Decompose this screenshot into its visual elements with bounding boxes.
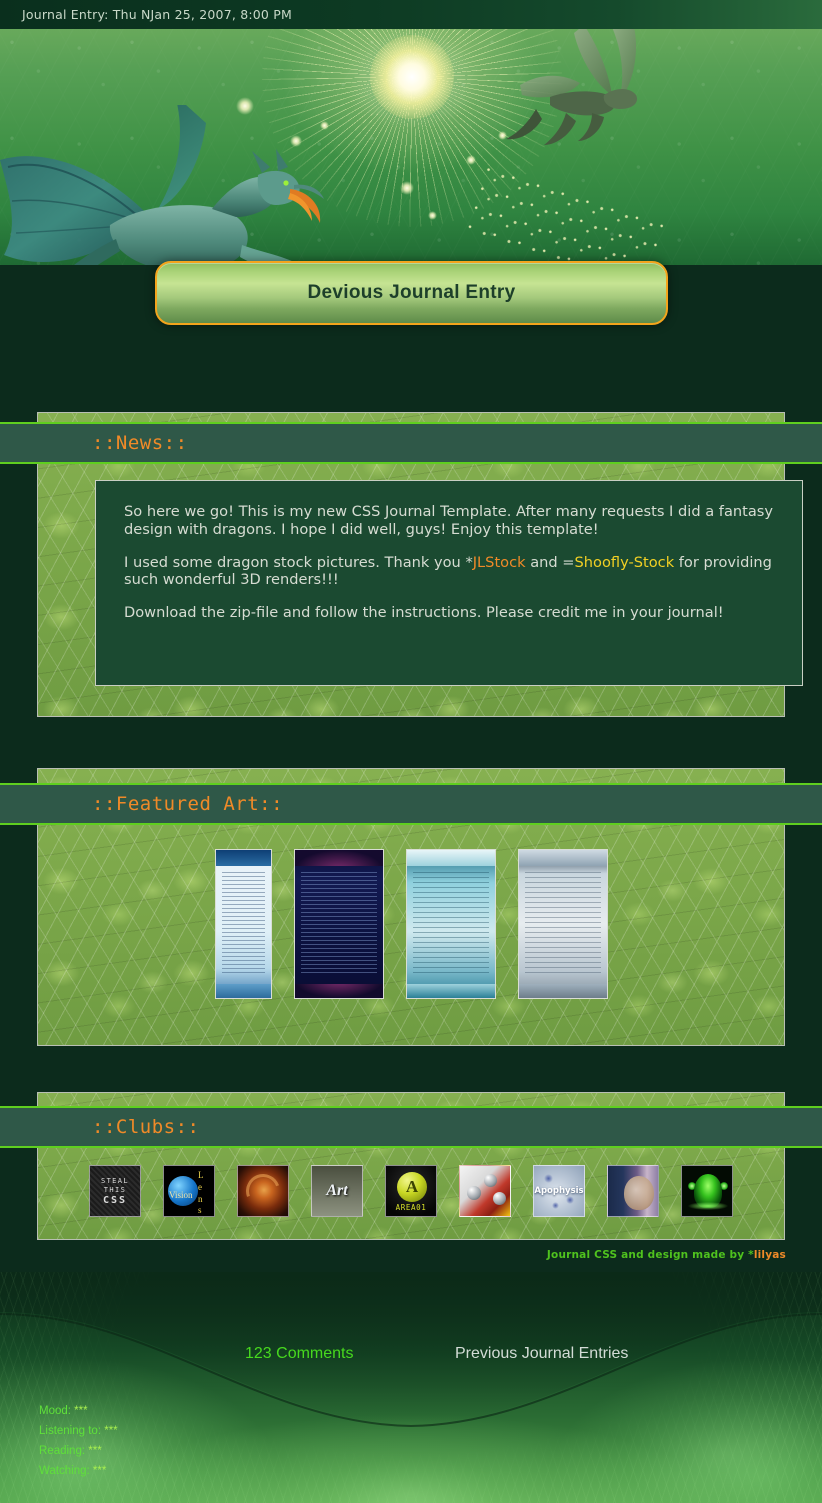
news-paragraph-3: Download the zip-file and follow the ins… xyxy=(124,604,724,622)
previous-journal-entries-link[interactable]: Previous Journal Entries xyxy=(455,1345,628,1363)
portrait-photo-icon[interactable] xyxy=(607,1165,659,1217)
sparkle-icon xyxy=(428,211,437,220)
listening-value: *** xyxy=(104,1425,118,1437)
featured-art-thumb-3[interactable] xyxy=(405,849,496,999)
reading-value: *** xyxy=(88,1445,102,1457)
sparkle-icon xyxy=(400,181,414,195)
footer-background xyxy=(0,1272,822,1503)
metadata-row-watching: Watching: *** xyxy=(39,1465,118,1477)
news-p2-mid: and = xyxy=(525,553,575,571)
news-paragraph-1: So here we go! This is my new CSS Journa… xyxy=(124,503,774,538)
comments-link[interactable]: 123 Comments xyxy=(245,1345,354,1363)
news-p2-pre: I used some dragon stock pictures. Thank… xyxy=(124,553,473,571)
chrome-abstract-icon[interactable] xyxy=(459,1165,511,1217)
metadata-row-reading: Reading: *** xyxy=(39,1445,118,1457)
left-dragon-illustration xyxy=(0,105,324,265)
mood-label: Mood: xyxy=(39,1405,71,1417)
journal-metadata-list: Mood: *** Listening to: *** Reading: ***… xyxy=(39,1405,118,1485)
journal-entry-timestamp: Journal Entry: Thu NJan 25, 2007, 8:00 P… xyxy=(22,7,292,22)
featured-art-thumb-1[interactable] xyxy=(214,849,272,999)
clubs-heading: ::Clubs:: xyxy=(92,1116,200,1138)
dragon-banner-image xyxy=(0,25,822,265)
page-title: Devious Journal Entry xyxy=(307,282,516,303)
clubs-section: ::Clubs:: STEAL THIS CSS L e n s Vision … xyxy=(0,1092,822,1240)
clubs-icon-strip: STEAL THIS CSS L e n s Vision Art A AREA… xyxy=(37,1150,785,1232)
featured-art-thumbnails xyxy=(37,828,785,1020)
featured-art-thumb-2[interactable] xyxy=(293,849,384,999)
featured-art-section: ::Featured Art:: xyxy=(0,768,822,1046)
right-dragon-illustration xyxy=(506,25,638,145)
featured-art-section-header: ::Featured Art:: xyxy=(0,783,822,825)
credit-prefix: Journal CSS and design made by * xyxy=(546,1249,754,1261)
clubs-section-header: ::Clubs:: xyxy=(0,1106,822,1148)
listening-label: Listening to: xyxy=(39,1425,102,1437)
green-meditation-icon[interactable] xyxy=(681,1165,733,1217)
credit-author-link[interactable]: lilyas xyxy=(754,1249,786,1261)
jlstock-link[interactable]: JLStock xyxy=(473,554,526,571)
footer-fractal-texture xyxy=(0,1272,822,1503)
lens-vision-icon[interactable]: L e n s Vision xyxy=(163,1165,215,1217)
news-section-header: ::News:: xyxy=(0,422,822,464)
watching-value: *** xyxy=(92,1465,107,1477)
news-section: ::News:: So here we go! This is my new C… xyxy=(0,412,822,717)
news-content-box: So here we go! This is my new CSS Journa… xyxy=(95,480,803,686)
steal-this-css-icon[interactable]: STEAL THIS CSS xyxy=(89,1165,141,1217)
sparkle-icon xyxy=(466,155,476,165)
apophysis-icon[interactable]: Apophysis xyxy=(533,1165,585,1217)
window-title-bar: Journal Entry: Thu NJan 25, 2007, 8:00 P… xyxy=(0,0,822,29)
journal-page: Journal Entry: Thu NJan 25, 2007, 8:00 P… xyxy=(0,0,822,1503)
featured-art-thumb-4[interactable] xyxy=(517,849,608,999)
shoofly-stock-link[interactable]: Shoofly-Stock xyxy=(575,554,675,571)
featured-art-heading: ::Featured Art:: xyxy=(92,793,284,815)
news-paragraph-2: I used some dragon stock pictures. Thank… xyxy=(124,554,778,590)
area01-icon[interactable]: A AREA01 xyxy=(385,1165,437,1217)
news-heading: ::News:: xyxy=(92,432,188,454)
art-icon[interactable]: Art xyxy=(311,1165,363,1217)
metadata-row-mood: Mood: *** xyxy=(39,1405,118,1417)
watching-label: Watching: xyxy=(39,1465,90,1477)
journal-entry-plaque: Devious Journal Entry xyxy=(155,261,668,325)
reading-label: Reading: xyxy=(39,1445,86,1457)
fractal-spiral-icon[interactable] xyxy=(237,1165,289,1217)
design-credit: Journal CSS and design made by *lilyas xyxy=(547,1249,786,1261)
mood-value: *** xyxy=(74,1405,88,1417)
metadata-row-listening: Listening to: *** xyxy=(39,1425,118,1437)
